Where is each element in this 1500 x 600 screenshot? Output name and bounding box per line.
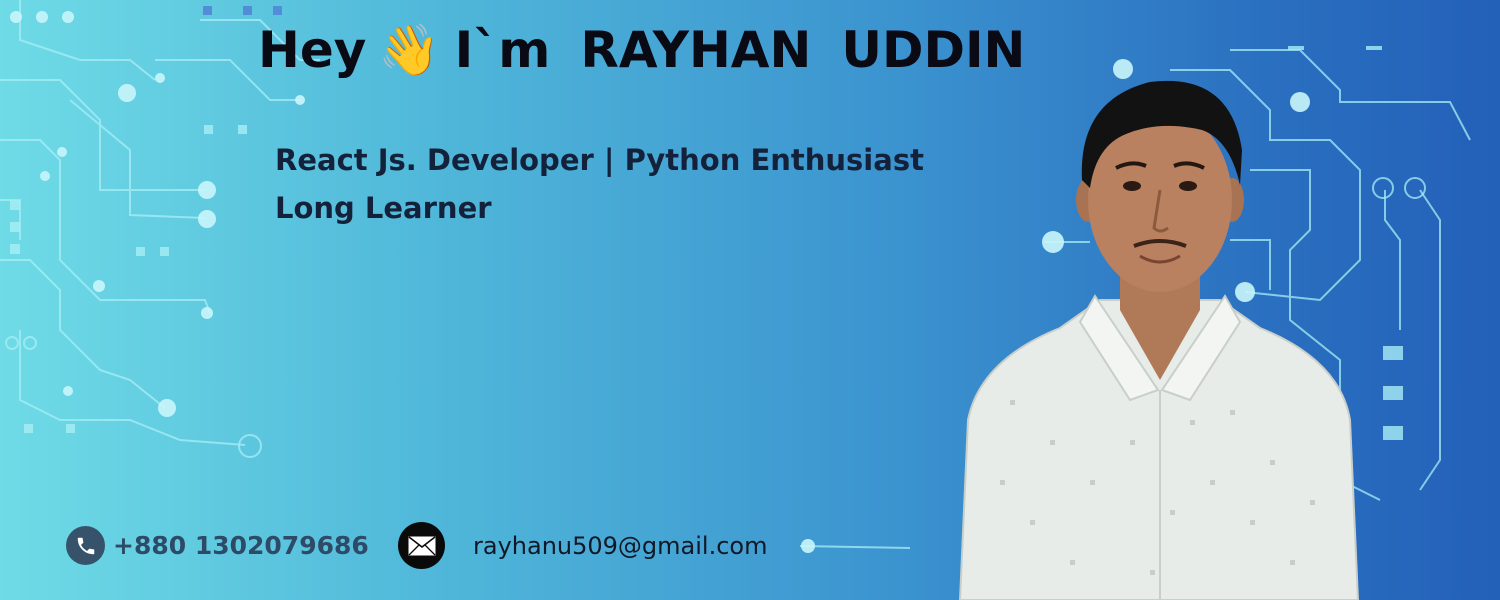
phone-number[interactable]: +880 1302079686 xyxy=(113,526,369,565)
email-address[interactable]: rayhanu509@gmail.com xyxy=(473,526,767,565)
mail-icon xyxy=(398,522,445,569)
tagline-line-1: React Js. Developer | Python Enthusiast xyxy=(275,143,924,177)
profile-banner: Hey 👋 I`m RAYHAN UDDIN React Js. Develop… xyxy=(0,0,1500,600)
greeting-text: Hey xyxy=(258,21,367,79)
phone-icon xyxy=(66,526,105,565)
tagline-line-2: Long Learner xyxy=(275,191,492,225)
first-name: RAYHAN xyxy=(580,21,812,79)
waving-hand-icon: 👋 xyxy=(378,20,441,79)
intro-text: I`m xyxy=(454,21,551,79)
headline: Hey 👋 I`m RAYHAN UDDIN xyxy=(258,12,1025,88)
tagline: React Js. Developer | Python Enthusiast … xyxy=(275,136,924,232)
profile-photo xyxy=(958,80,1360,600)
